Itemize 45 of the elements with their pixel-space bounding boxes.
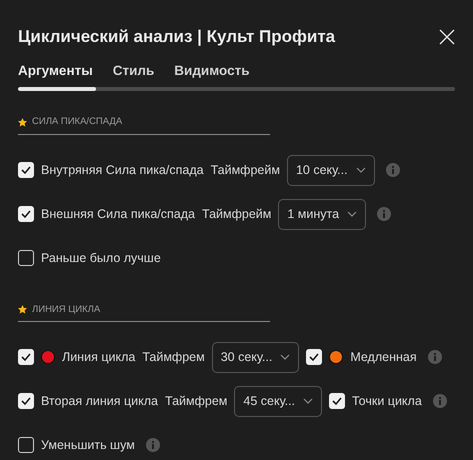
check-icon [21, 166, 31, 174]
tab[interactable]: Стиль [112, 61, 154, 82]
field-label: Таймфрем [165, 392, 228, 410]
section-header: СИЛА ПИКА/СПАДА [18, 115, 270, 134]
color-swatch[interactable] [41, 350, 55, 364]
color-swatch[interactable] [329, 350, 344, 364]
check-icon [21, 353, 31, 362]
checkbox-label: Внутряняя Сила пика/спада [41, 162, 204, 179]
check-icon [21, 210, 31, 218]
field-label: Таймфрейм [210, 162, 280, 179]
window-title: Циклический анализ | Культ Профита [18, 26, 336, 48]
checkbox[interactable] [18, 437, 34, 454]
checkbox-label: Медленная [350, 348, 417, 366]
checkbox-label: Вторая линия цикла [41, 392, 158, 410]
check-icon [309, 353, 320, 362]
checkbox[interactable] [306, 349, 322, 366]
checkbox[interactable] [18, 349, 34, 366]
checkbox-label: Точки цикла [352, 392, 422, 410]
star-icon [18, 118, 27, 127]
checkbox-label: Уменьшить шум [41, 436, 135, 454]
close-icon[interactable] [439, 29, 455, 45]
chevron-down-icon [347, 211, 358, 217]
field-label: Таймфрем [142, 348, 205, 366]
tab[interactable]: Видимость [174, 61, 250, 82]
checkbox[interactable] [18, 206, 34, 222]
tab[interactable]: Аргументы [18, 61, 93, 82]
check-icon [332, 397, 342, 406]
chevron-down-icon [356, 167, 366, 173]
timeframe-select[interactable]: 10 секу... [286, 154, 375, 186]
field-label: Таймфрейм [202, 206, 272, 223]
checkbox[interactable] [18, 250, 34, 266]
star-icon [18, 305, 27, 314]
chevron-down-icon [280, 354, 290, 360]
checkbox-label: Линия цикла [62, 348, 136, 366]
checkbox[interactable] [18, 162, 34, 178]
timeframe-select[interactable]: 1 минута [278, 198, 366, 230]
checkbox[interactable] [18, 393, 34, 410]
checkbox-label: Раньше было лучше [41, 250, 161, 267]
checkbox[interactable] [329, 393, 346, 410]
timeframe-select[interactable]: 30 секу... [212, 342, 300, 373]
check-icon [21, 397, 31, 406]
timeframe-select[interactable]: 45 секу... [234, 386, 322, 417]
chevron-down-icon [303, 398, 314, 404]
checkbox-label: Внешняя Сила пика/спада [41, 206, 195, 223]
section-header: ЛИНИЯ ЦИКЛА [18, 302, 270, 322]
